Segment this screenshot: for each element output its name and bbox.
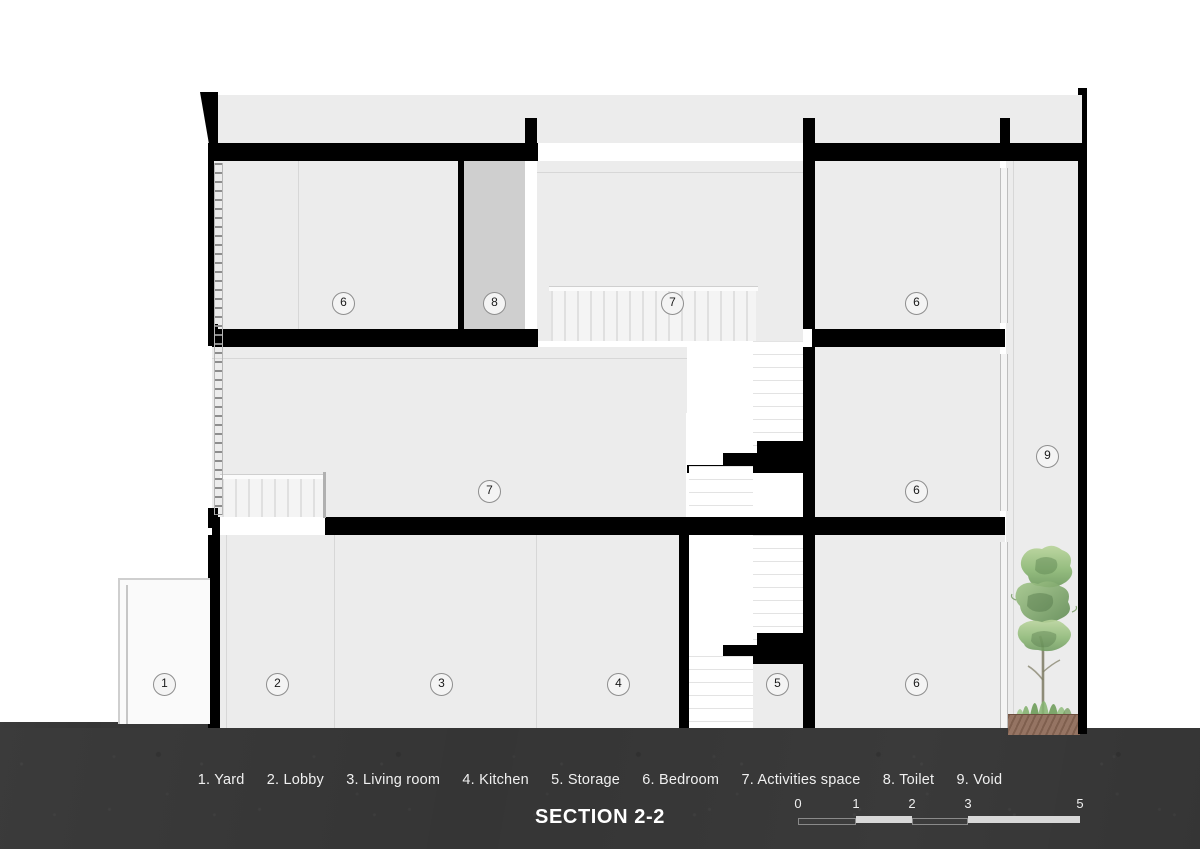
pier-roof-center-left (525, 118, 537, 161)
stair-treads-bottom-landing (689, 656, 753, 728)
window-mullion-top-right (1000, 168, 1008, 323)
handrail-middle-left (220, 474, 325, 479)
partition-line-living-kitchen (536, 535, 537, 728)
attic-volume-right (812, 95, 1082, 143)
balustrade-middle-left (222, 477, 323, 517)
room-lobby (220, 535, 335, 728)
room-tag-bedroom-top-left: 6 (332, 292, 355, 315)
scale-label-0: 0 (794, 796, 802, 811)
yard-gate-frame (118, 578, 210, 580)
ground-texture (0, 728, 1200, 849)
slab-level3-right (812, 143, 1082, 161)
scale-bar: 0 1 2 3 5 (794, 796, 1086, 828)
ladder-icon (214, 163, 223, 515)
scale-label-3: 3 (964, 796, 972, 811)
room-tag-kitchen: 4 (607, 673, 630, 696)
wall-core-left-lower (679, 517, 689, 728)
section-drawing-sheet: 1 2 3 4 5 6 7 6 8 7 6 6 9 1. Yard 2. Lob… (0, 0, 1200, 849)
pier-roof-far-right (1000, 118, 1010, 161)
slab-level2-ceiling-left (212, 329, 538, 347)
room-tag-living: 3 (430, 673, 453, 696)
room-tag-lobby: 2 (266, 673, 289, 696)
partition-line-lobby-left (226, 535, 227, 728)
scale-label-2: 2 (908, 796, 916, 811)
scale-label-5: 5 (1076, 796, 1084, 811)
room-bedroom-ground-right (815, 535, 1005, 728)
legend-item-storage: 5. Storage (551, 772, 621, 788)
legend-item-void: 9. Void (956, 772, 1003, 788)
handrail-upper (549, 286, 758, 291)
scale-label-1: 1 (852, 796, 860, 811)
right-boundary-wall (1078, 88, 1087, 734)
room-kitchen (536, 535, 687, 728)
room-tag-void: 9 (1036, 445, 1059, 468)
legend-item-kitchen: 4. Kitchen (462, 772, 529, 788)
legend-row: 1. Yard 2. Lobby 3. Living room 4. Kitch… (0, 772, 1200, 788)
pier-roof-center-right (803, 118, 815, 161)
scale-seg-3-5 (968, 816, 1080, 823)
balustrade-upper (551, 289, 756, 341)
room-tag-activities-middle: 7 (478, 480, 501, 503)
legend-item-bedroom: 6. Bedroom (642, 772, 720, 788)
room-tag-bedroom-top-right: 6 (905, 292, 928, 315)
legend-item-activities: 7. Activities space (741, 772, 861, 788)
yard-gate-post-inner (126, 585, 128, 724)
slab-level3-left (208, 143, 538, 161)
legend-item-living: 3. Living room (346, 772, 441, 788)
room-tag-bedroom-middle: 6 (905, 480, 928, 503)
attic-volume-left (212, 95, 812, 143)
room-living (335, 535, 536, 728)
legend-item-toilet: 8. Toilet (882, 772, 935, 788)
ceiling-line-upper (537, 172, 803, 173)
legend-item-lobby: 2. Lobby (266, 772, 325, 788)
scale-seg-2-3 (912, 818, 968, 825)
wall-core-right-upper (803, 161, 815, 329)
yard-gate-post-outer (118, 578, 120, 724)
balustrade-post-middle (323, 472, 326, 518)
planter-base (1008, 714, 1080, 735)
window-mullion-ground-right (1000, 542, 1008, 728)
window-mullion-middle-right (1000, 354, 1008, 511)
ceiling-line-middle (212, 358, 687, 359)
slab-level2-ceiling-right (812, 329, 1005, 347)
scale-seg-1-2 (856, 816, 912, 823)
room-tag-bedroom-ground: 6 (905, 673, 928, 696)
room-tag-activities-upper: 7 (661, 292, 684, 315)
room-tag-yard: 1 (153, 673, 176, 696)
tree-illustration (1010, 545, 1078, 716)
slab-level1-ceiling (325, 517, 1005, 535)
legend-item-yard: 1. Yard (197, 772, 245, 788)
wall-join-line (298, 161, 299, 329)
room-tag-toilet: 8 (483, 292, 506, 315)
scale-seg-0-1 (798, 818, 856, 825)
partition-line-lobby-living (334, 535, 335, 728)
yard-area (118, 578, 210, 724)
ground-band-main (0, 728, 1200, 849)
parapet-wedge-icon (200, 92, 218, 150)
room-tag-storage: 5 (766, 673, 789, 696)
